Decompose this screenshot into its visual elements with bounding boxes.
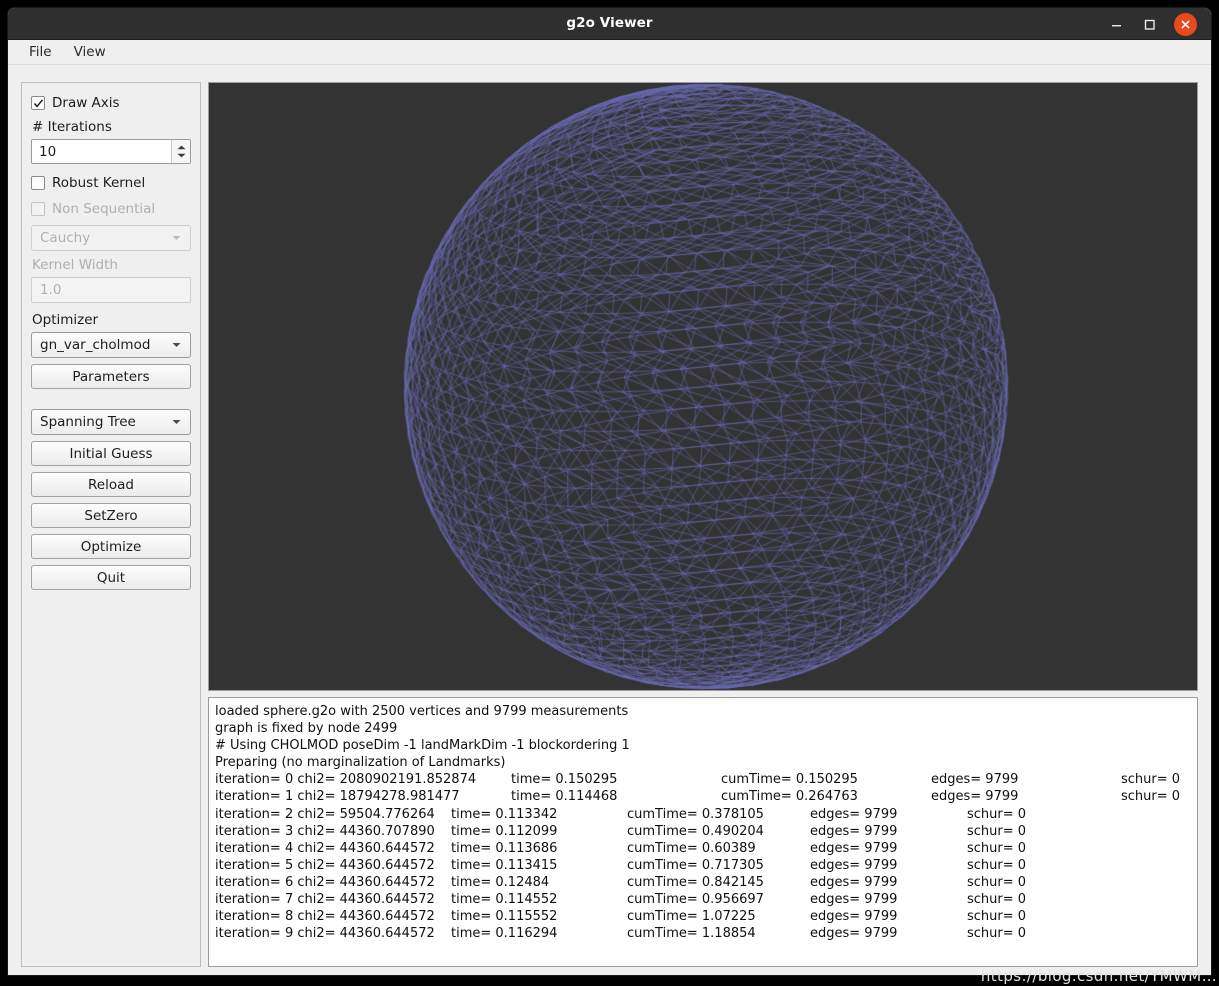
application-window: g2o Viewer File View Draw Axis # Iterati… bbox=[8, 8, 1211, 975]
optimize-button[interactable]: Optimize bbox=[31, 534, 191, 559]
chevron-down-icon[interactable] bbox=[172, 342, 181, 348]
minimize-button[interactable] bbox=[1105, 13, 1127, 35]
log-line: # Using CHOLMOD poseDim -1 landMarkDim -… bbox=[215, 738, 630, 754]
log-line-iteration: iteration= 7 chi2= 44360.644572 time= 0.1… bbox=[215, 892, 1027, 908]
chevron-down-icon[interactable] bbox=[177, 153, 186, 158]
iterations-label: # Iterations bbox=[32, 119, 112, 135]
log-line: Preparing (no marginalization of Landmar… bbox=[215, 755, 506, 771]
robust-kernel-checkbox[interactable] bbox=[31, 176, 45, 190]
main-body: Draw Axis # Iterations 10 Robust Kernel … bbox=[8, 65, 1211, 974]
log-line-iteration: iteration= 3 chi2= 44360.707890 time= 0.1… bbox=[215, 823, 1027, 839]
log-line-iteration: iteration= 9 chi2= 44360.644572 time= 0.1… bbox=[215, 926, 1027, 942]
chevron-down-icon bbox=[172, 235, 181, 241]
iterations-spinbox[interactable]: 10 bbox=[31, 139, 191, 164]
iterations-stepper[interactable] bbox=[171, 140, 190, 163]
close-icon bbox=[1181, 20, 1190, 29]
chevron-up-icon[interactable] bbox=[177, 145, 186, 150]
menu-item-view[interactable]: View bbox=[66, 42, 116, 62]
maximize-button[interactable] bbox=[1138, 13, 1160, 35]
maximize-icon bbox=[1144, 19, 1155, 30]
checkmark-icon bbox=[33, 98, 43, 108]
log-line: loaded sphere.g2o with 2500 vertices and… bbox=[215, 704, 629, 719]
initializer-dropdown[interactable]: Spanning Tree bbox=[31, 409, 191, 435]
iterations-value: 10 bbox=[39, 143, 57, 160]
close-button[interactable] bbox=[1174, 13, 1197, 36]
robust-kernel-checkbox-row[interactable]: Robust Kernel bbox=[31, 173, 191, 193]
log-output: loaded sphere.g2o with 2500 vertices and… bbox=[215, 703, 1197, 942]
title-bar[interactable]: g2o Viewer bbox=[8, 8, 1211, 40]
optimizer-value: gn_var_cholmod bbox=[40, 337, 151, 353]
quit-button[interactable]: Quit bbox=[31, 565, 191, 590]
sphere-graph-canvas[interactable] bbox=[209, 83, 1197, 690]
optimizer-label: Optimizer bbox=[32, 312, 99, 328]
kernel-width-label: Kernel Width bbox=[32, 257, 118, 273]
non-sequential-checkbox bbox=[31, 202, 45, 216]
log-line: graph is fixed by node 2499 bbox=[215, 721, 398, 737]
non-sequential-checkbox-row: Non Sequential bbox=[31, 199, 191, 219]
optimizer-dropdown[interactable]: gn_var_cholmod bbox=[31, 332, 191, 358]
log-line-iteration: iteration= 1 chi2= 18794278.981477 time= … bbox=[215, 789, 1181, 805]
initial-guess-button[interactable]: Initial Guess bbox=[31, 441, 191, 466]
draw-axis-label: Draw Axis bbox=[52, 95, 120, 111]
kernel-type-dropdown: Cauchy bbox=[31, 225, 191, 251]
log-line-iteration: iteration= 0 chi2= 2080902191.852874 time… bbox=[215, 772, 1181, 788]
draw-axis-checkbox-row[interactable]: Draw Axis bbox=[31, 93, 191, 113]
parameters-button[interactable]: Parameters bbox=[31, 364, 191, 389]
log-line-iteration: iteration= 4 chi2= 44360.644572 time= 0.1… bbox=[215, 840, 1027, 856]
3d-viewport[interactable] bbox=[208, 82, 1198, 691]
menu-bar: File View bbox=[8, 40, 1211, 65]
log-line-iteration: iteration= 6 chi2= 44360.644572 time= 0.1… bbox=[215, 874, 1027, 890]
kernel-type-value: Cauchy bbox=[40, 230, 91, 246]
chevron-down-icon[interactable] bbox=[172, 419, 181, 425]
setzero-button[interactable]: SetZero bbox=[31, 503, 191, 528]
window-title: g2o Viewer bbox=[566, 15, 653, 31]
draw-axis-checkbox[interactable] bbox=[31, 96, 45, 110]
initializer-value: Spanning Tree bbox=[40, 414, 136, 430]
non-sequential-label: Non Sequential bbox=[52, 201, 156, 217]
kernel-width-value: 1.0 bbox=[40, 282, 62, 298]
menu-item-file[interactable]: File bbox=[21, 42, 62, 62]
kernel-width-input: 1.0 bbox=[31, 277, 191, 303]
log-line-iteration: iteration= 8 chi2= 44360.644572 time= 0.1… bbox=[215, 909, 1027, 925]
log-line-iteration: iteration= 2 chi2= 59504.776264 time= 0.1… bbox=[215, 806, 1027, 822]
reload-button[interactable]: Reload bbox=[31, 472, 191, 497]
log-console[interactable]: loaded sphere.g2o with 2500 vertices and… bbox=[208, 697, 1198, 967]
control-panel: Draw Axis # Iterations 10 Robust Kernel … bbox=[21, 82, 201, 967]
minimize-icon bbox=[1111, 24, 1121, 26]
log-line-iteration: iteration= 5 chi2= 44360.644572 time= 0.1… bbox=[215, 857, 1027, 873]
robust-kernel-label: Robust Kernel bbox=[52, 175, 146, 191]
